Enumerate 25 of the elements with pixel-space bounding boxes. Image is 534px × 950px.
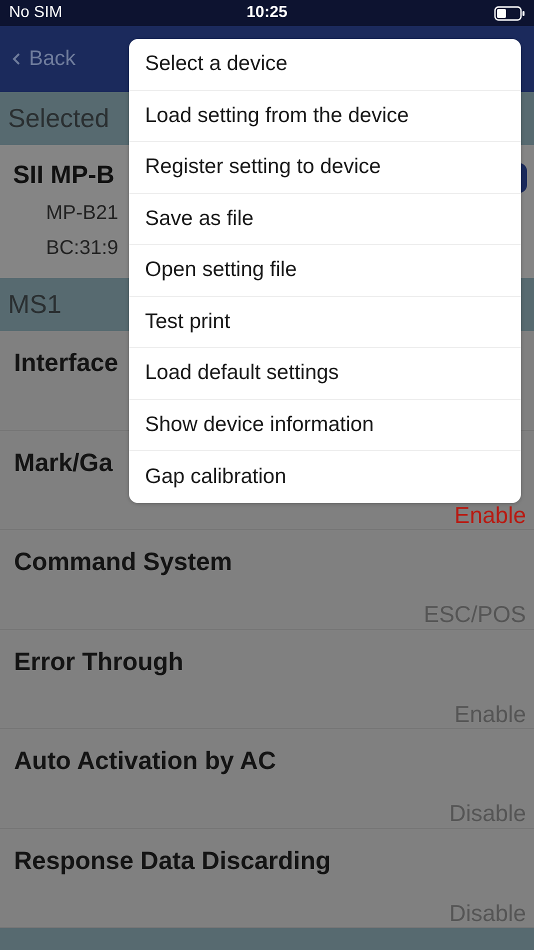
setting-value: Enable [454,502,526,528]
chevron-icon [12,52,21,66]
device-model: MP-B21 [46,202,118,225]
menu-item[interactable]: Test print [129,296,521,348]
battery-icon [494,6,526,20]
menu-item[interactable]: Select a device [129,39,521,90]
menu-item[interactable]: Load setting from the device [129,90,521,142]
section-title: MS1 [8,289,62,320]
setting-label: Interface [14,349,118,378]
setting-label: Mark/Ga [14,448,113,478]
menu-item[interactable]: Load default settings [129,348,521,400]
device-name: SII MP-B [13,161,114,190]
menu-item[interactable]: Register setting to device [129,142,521,194]
device-address: BC:31:9 [46,237,118,260]
setting-label: Response Data Discarding [14,846,331,876]
carrier-label: No SIM [9,4,62,22]
menu-item[interactable]: Show device information [129,400,521,451]
menu-item[interactable]: Save as file [129,194,521,245]
menu-item[interactable]: Open setting file [129,245,521,296]
menu-item[interactable]: Gap calibration [129,451,521,502]
clock-time: 10:25 [246,4,288,22]
setting-label: Command System [14,548,232,577]
setting-label: Error Through [14,648,184,676]
setting-label: Auto Activation by AC [14,747,276,776]
section-title: Selected [8,103,110,134]
